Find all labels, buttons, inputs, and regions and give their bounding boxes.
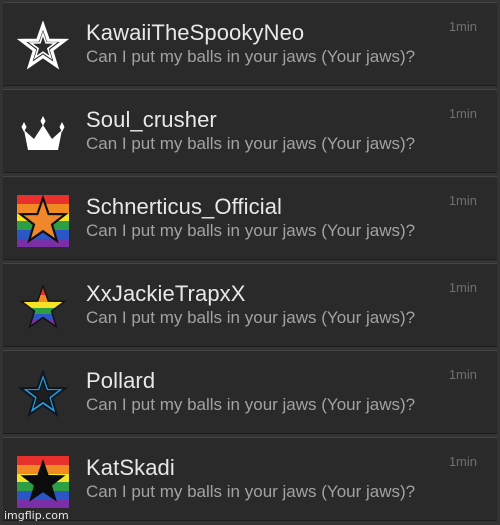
message-row[interactable]: KatSkadi Can I put my balls in your jaws… — [3, 437, 497, 521]
timestamp: 1min — [448, 106, 477, 121]
timestamp: 1min — [448, 454, 477, 469]
rainbow-black-star-icon — [17, 456, 69, 508]
timestamp: 1min — [448, 367, 477, 382]
message-row[interactable]: XxJackieTrapxX Can I put my balls in you… — [3, 263, 497, 347]
message-feed: KawaiiTheSpookyNeo Can I put my balls in… — [0, 0, 500, 525]
rainbow-star-icon — [17, 282, 69, 334]
watermark: imgflip.com — [4, 509, 69, 522]
message-row[interactable]: Schnerticus_Official Can I put my balls … — [3, 176, 497, 260]
timestamp: 1min — [448, 19, 477, 34]
message-text: Can I put my balls in your jaws (Your ja… — [86, 482, 416, 501]
message-row[interactable]: Pollard Can I put my balls in your jaws … — [3, 350, 497, 434]
message-row[interactable]: KawaiiTheSpookyNeo Can I put my balls in… — [3, 2, 497, 86]
outline-star-icon — [17, 21, 69, 73]
username[interactable]: Soul_crusher — [86, 107, 217, 133]
message-text: Can I put my balls in your jaws (Your ja… — [86, 395, 416, 414]
username[interactable]: Pollard — [86, 368, 155, 394]
username[interactable]: XxJackieTrapxX — [86, 281, 246, 307]
username[interactable]: Schnerticus_Official — [86, 194, 282, 220]
message-text: Can I put my balls in your jaws (Your ja… — [86, 221, 416, 240]
message-text: Can I put my balls in your jaws (Your ja… — [86, 308, 416, 327]
crown-icon — [17, 108, 69, 160]
blue-star-icon — [17, 369, 69, 421]
timestamp: 1min — [448, 193, 477, 208]
username[interactable]: KawaiiTheSpookyNeo — [86, 20, 304, 46]
username[interactable]: KatSkadi — [86, 455, 175, 481]
timestamp: 1min — [448, 280, 477, 295]
message-text: Can I put my balls in your jaws (Your ja… — [86, 47, 416, 66]
message-text: Can I put my balls in your jaws (Your ja… — [86, 134, 416, 153]
rainbow-orange-star-icon — [17, 195, 69, 247]
message-row[interactable]: Soul_crusher Can I put my balls in your … — [3, 89, 497, 173]
